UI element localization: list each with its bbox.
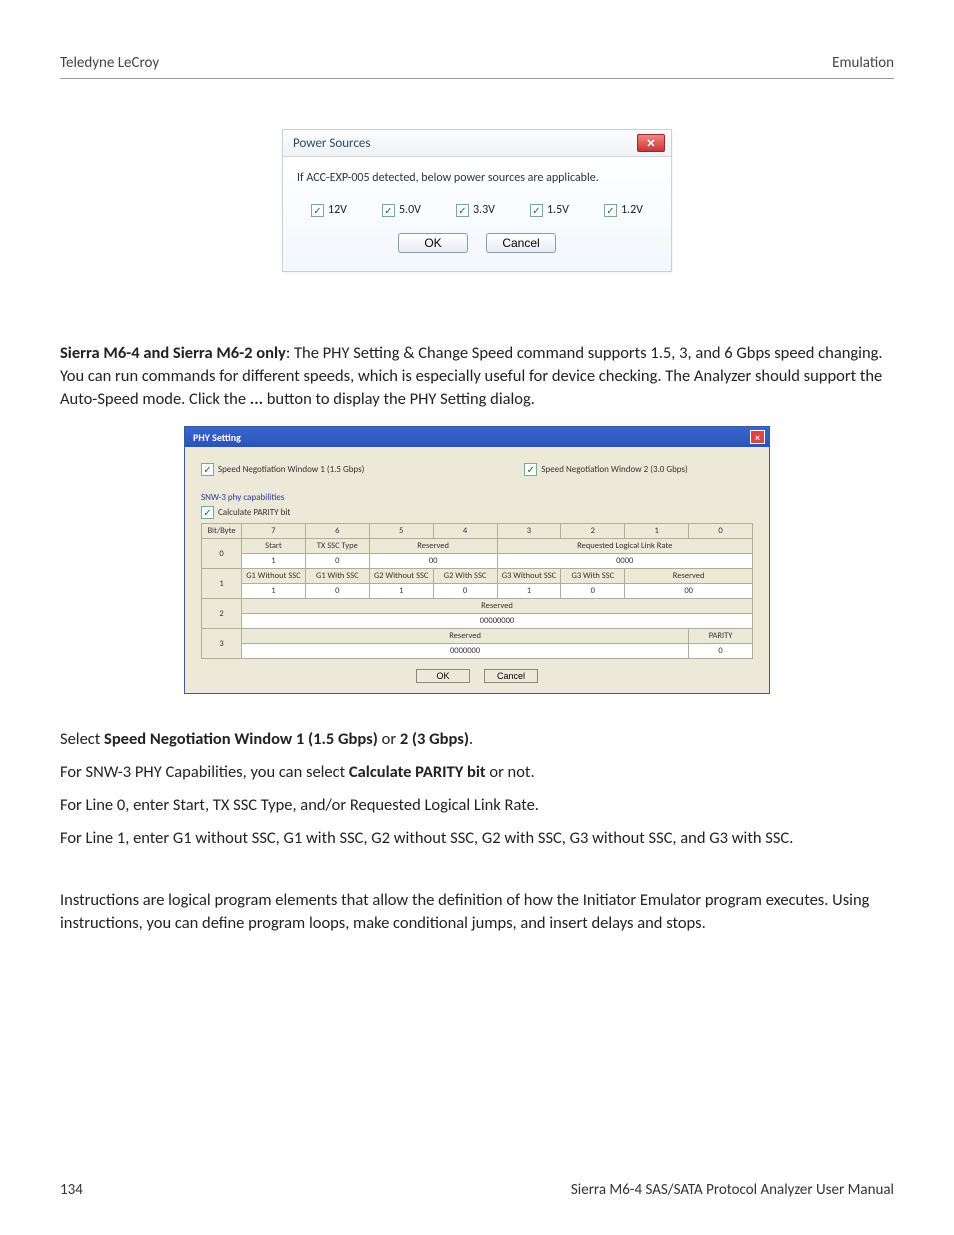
dialog-body: If ACC-EXP-005 detected, below power sou… (283, 157, 671, 271)
speed-window-1[interactable]: ✓Speed Negotiation Window 1 (1.5 Gbps) (201, 463, 364, 476)
dialog-button-row: OK Cancel (297, 233, 657, 253)
cell-reserved[interactable]: 00 (625, 584, 753, 599)
checkbox-icon: ✓ (201, 463, 214, 476)
cell-reserved[interactable]: 00000000 (242, 614, 753, 629)
cell-g3w[interactable]: 1 (497, 584, 561, 599)
dialog-title: Power Sources (293, 136, 370, 151)
cell-txssc[interactable]: 0 (305, 554, 369, 569)
table-row: 2 Reserved (202, 599, 753, 614)
voltage-1v2[interactable]: ✓1.2V (604, 203, 643, 217)
cell-g1w[interactable]: 1 (242, 584, 306, 599)
phy-bits-table: Bit/Byte 7 6 5 4 3 2 1 0 0 Start TX SSC … (201, 523, 753, 659)
phy-speed-windows: ✓Speed Negotiation Window 1 (1.5 Gbps) ✓… (201, 463, 753, 476)
cell-parity[interactable]: 0 (689, 644, 753, 659)
snw3-caps-label: SNW-3 phy capabilities (201, 492, 753, 503)
ok-button[interactable]: OK (398, 233, 468, 253)
voltage-row: ✓12V ✓5.0V ✓3.3V ✓1.5V ✓1.2V (297, 203, 657, 227)
phy-titlebar: PHY Setting × (185, 427, 769, 447)
cell-rllr[interactable]: 0000 (497, 554, 753, 569)
close-icon[interactable]: × (750, 430, 765, 444)
checkbox-icon: ✓ (311, 204, 324, 217)
cancel-button[interactable]: Cancel (484, 669, 538, 683)
table-row: 1 G1 Without SSC G1 With SSC G2 Without … (202, 569, 753, 584)
paragraph-select-speed: Select Speed Negotiation Window 1 (1.5 G… (60, 728, 894, 751)
checkbox-icon: ✓ (382, 204, 395, 217)
table-header-row: Bit/Byte 7 6 5 4 3 2 1 0 (202, 524, 753, 539)
voltage-12v[interactable]: ✓12V (311, 203, 347, 217)
checkbox-icon: ✓ (201, 506, 214, 519)
page-number: 134 (60, 1181, 83, 1199)
cell-reserved[interactable]: 00 (369, 554, 497, 569)
calc-parity[interactable]: ✓Calculate PARITY bit (201, 506, 753, 519)
cell-g2w[interactable]: 1 (369, 584, 433, 599)
table-row: 0 Start TX SSC Type Reserved Requested L… (202, 539, 753, 554)
phy-setting-dialog: PHY Setting × ✓Speed Negotiation Window … (184, 426, 770, 694)
checkbox-icon: ✓ (530, 204, 543, 217)
close-icon[interactable]: ✕ (637, 134, 665, 152)
cell-g3[interactable]: 0 (561, 584, 625, 599)
paragraph-phy-intro: Sierra M6-4 and Sierra M6-2 only: The PH… (60, 342, 894, 410)
voltage-3v3[interactable]: ✓3.3V (456, 203, 495, 217)
table-row: 00000000 (202, 614, 753, 629)
manual-title: Sierra M6-4 SAS/SATA Protocol Analyzer U… (571, 1181, 894, 1199)
phy-body: ✓Speed Negotiation Window 1 (1.5 Gbps) ✓… (185, 447, 769, 693)
checkbox-icon: ✓ (604, 204, 617, 217)
cell-reserved[interactable]: 0000000 (242, 644, 689, 659)
cancel-button[interactable]: Cancel (486, 233, 556, 253)
paragraph-line0: For Line 0, enter Start, TX SSC Type, an… (60, 794, 894, 817)
paragraph-instructions: Instructions are logical program element… (60, 889, 894, 935)
page-header: Teledyne LeCroy Emulation (60, 54, 894, 79)
paragraph-parity: For SNW-3 PHY Capabilities, you can sele… (60, 761, 894, 784)
ok-button[interactable]: OK (416, 669, 470, 683)
page-footer: 134 Sierra M6-4 SAS/SATA Protocol Analyz… (60, 1181, 894, 1199)
phy-button-row: OK Cancel (201, 669, 753, 683)
checkbox-icon: ✓ (524, 463, 537, 476)
checkbox-icon: ✓ (456, 204, 469, 217)
cell-g1[interactable]: 0 (305, 584, 369, 599)
table-row: 1 0 00 0000 (202, 554, 753, 569)
paragraph-line1: For Line 1, enter G1 without SSC, G1 wit… (60, 827, 894, 850)
header-left: Teledyne LeCroy (60, 54, 159, 72)
speed-window-2[interactable]: ✓Speed Negotiation Window 2 (3.0 Gbps) (524, 463, 687, 476)
phy-title: PHY Setting (193, 431, 241, 444)
table-row: 1 0 1 0 1 0 00 (202, 584, 753, 599)
cell-g2[interactable]: 0 (433, 584, 497, 599)
dialog-titlebar: Power Sources ✕ (283, 130, 671, 157)
voltage-1v5[interactable]: ✓1.5V (530, 203, 569, 217)
table-row: 0000000 0 (202, 644, 753, 659)
header-right: Emulation (832, 54, 894, 72)
cell-start[interactable]: 1 (242, 554, 306, 569)
table-row: 3 Reserved PARITY (202, 629, 753, 644)
dialog-message: If ACC-EXP-005 detected, below power sou… (297, 171, 657, 185)
voltage-5v[interactable]: ✓5.0V (382, 203, 421, 217)
power-sources-dialog: Power Sources ✕ If ACC-EXP-005 detected,… (282, 129, 672, 272)
